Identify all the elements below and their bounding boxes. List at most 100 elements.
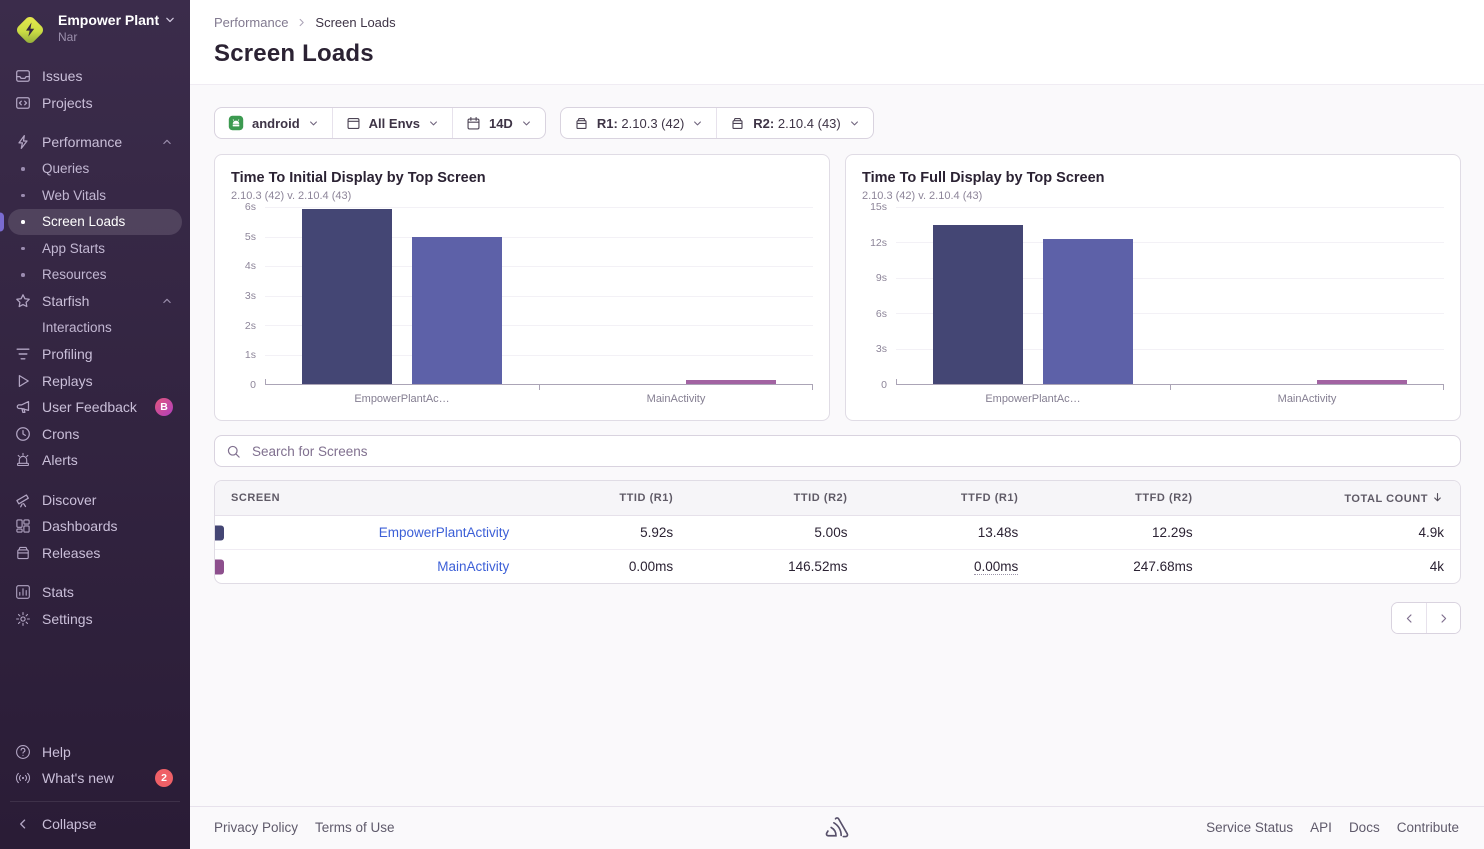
sidebar-item-interactions[interactable]: Interactions xyxy=(8,315,182,342)
metric-cell: 13.48s xyxy=(863,516,1034,550)
footer-link-privacy-policy[interactable]: Privacy Policy xyxy=(214,820,298,835)
screens-table-card: ScreenTTID (R1)TTID (R2)TTFD (R1)TTFD (R… xyxy=(214,480,1461,584)
star-icon xyxy=(14,293,32,309)
sidebar-item-help[interactable]: Help xyxy=(8,739,182,766)
environment-filter[interactable]: All Envs xyxy=(332,108,452,138)
column-header-total-count[interactable]: Total Count xyxy=(1209,481,1460,516)
sidebar-item-dashboards[interactable]: Dashboards xyxy=(8,513,182,540)
page-header: Performance Screen Loads Screen Loads xyxy=(190,0,1484,85)
project-filter-label: android xyxy=(252,116,300,131)
chevron-down-icon xyxy=(164,14,176,26)
org-switcher[interactable]: Empower Plant Nar xyxy=(0,0,190,61)
sidebar-item-performance[interactable]: Performance xyxy=(8,129,182,156)
bullet-dot-icon xyxy=(21,194,25,198)
page-footer: Privacy Policy Terms of Use Service Statu… xyxy=(190,806,1484,849)
chart-title: Time To Full Display by Top Screen xyxy=(862,170,1444,186)
x-tick-mark xyxy=(812,384,813,390)
chevron-down-icon xyxy=(428,118,439,129)
sidebar-item-releases[interactable]: Releases xyxy=(8,540,182,567)
metric-cell: 5.00s xyxy=(689,516,863,550)
sidebar-item-label: Settings xyxy=(42,611,93,627)
footer-link-service-status[interactable]: Service Status xyxy=(1206,820,1293,835)
sidebar-item-discover[interactable]: Discover xyxy=(8,487,182,514)
chevron-right-icon xyxy=(296,17,307,28)
release1-value: 2.10.3 (42) xyxy=(621,116,684,131)
column-header-ttid-r1-[interactable]: TTID (R1) xyxy=(525,481,689,516)
sidebar-item-settings[interactable]: Settings xyxy=(8,606,182,633)
column-header-ttfd-r1-[interactable]: TTFD (R1) xyxy=(863,481,1034,516)
play-icon xyxy=(14,373,32,389)
footer-link-terms-of-use[interactable]: Terms of Use xyxy=(315,820,395,835)
next-page-button[interactable] xyxy=(1426,603,1460,633)
sidebar-item-crons[interactable]: Crons xyxy=(8,421,182,448)
sidebar-item-label: Dashboards xyxy=(42,518,118,534)
date-range-filter[interactable]: 14D xyxy=(452,108,545,138)
sidebar: Empower Plant Nar Issues Projects Performa… xyxy=(0,0,190,849)
y-tick-label: 5s xyxy=(245,231,256,243)
sidebar-item-stats[interactable]: Stats xyxy=(8,579,182,606)
footer-link-api[interactable]: API xyxy=(1310,820,1332,835)
sidebar-item-queries[interactable]: Queries xyxy=(8,156,182,183)
column-header-ttid-r2-[interactable]: TTID (R2) xyxy=(689,481,863,516)
sidebar-item-label: Issues xyxy=(42,68,82,84)
sidebar-item-alerts[interactable]: Alerts xyxy=(8,447,182,474)
metric-cell: 247.68ms xyxy=(1034,550,1208,584)
breadcrumb-screen-loads: Screen Loads xyxy=(315,15,395,30)
previous-page-button[interactable] xyxy=(1392,603,1426,633)
sidebar-item-resources[interactable]: Resources xyxy=(8,262,182,289)
sidebar-item-issues[interactable]: Issues xyxy=(8,63,182,90)
column-header-ttfd-r2-[interactable]: TTFD (R2) xyxy=(1034,481,1208,516)
content: android All Envs 14D R1: 2.10.3 (42) xyxy=(190,85,1484,806)
breadcrumb-performance[interactable]: Performance xyxy=(214,15,288,30)
metric-cell: 4.9k xyxy=(1209,516,1460,550)
y-tick-label: 3s xyxy=(245,290,256,302)
chevron-up-icon xyxy=(161,136,173,148)
sidebar-item-profiling[interactable]: Profiling xyxy=(8,341,182,368)
sidebar-item-replays[interactable]: Replays xyxy=(8,368,182,395)
sidebar-item-user-feedback[interactable]: User FeedbackB xyxy=(8,394,182,421)
footer-link-contribute[interactable]: Contribute xyxy=(1397,820,1459,835)
sidebar-item-screen-loads[interactable]: Screen Loads xyxy=(8,209,182,236)
chart-title: Time To Initial Display by Top Screen xyxy=(231,170,813,186)
sidebar-item-starfish[interactable]: Starfish xyxy=(8,288,182,315)
beta-badge: B xyxy=(155,398,173,416)
dashboards-icon xyxy=(14,518,32,534)
bar xyxy=(686,380,776,384)
table-row: EmpowerPlantActivity5.92s5.00s13.48s12.2… xyxy=(215,516,1460,550)
bar-group xyxy=(539,207,813,384)
screen-link[interactable]: EmpowerPlantActivity xyxy=(379,525,510,540)
sidebar-item-app-starts[interactable]: App Starts xyxy=(8,235,182,262)
footer-links-right: Service Status API Docs Contribute xyxy=(1206,820,1459,835)
search-input[interactable] xyxy=(250,443,1449,460)
release1-filter[interactable]: R1: 2.10.3 (42) xyxy=(561,108,716,138)
bar xyxy=(1043,239,1133,384)
telescope-icon xyxy=(14,492,32,508)
release2-filter[interactable]: R2: 2.10.4 (43) xyxy=(716,108,872,138)
project-filter[interactable]: android xyxy=(215,108,332,138)
clock-icon xyxy=(14,426,32,442)
active-indicator xyxy=(0,212,4,231)
column-header-screen[interactable]: Screen xyxy=(215,481,525,516)
bullet-dot-icon xyxy=(21,273,25,277)
sidebar-item-projects[interactable]: Projects xyxy=(8,90,182,117)
help-icon xyxy=(14,744,32,760)
sidebar-item-collapse[interactable]: Collapse xyxy=(8,811,182,838)
sidebar-item-label: Help xyxy=(42,744,71,760)
y-tick-label: 1s xyxy=(245,349,256,361)
table-row: MainActivity0.00ms146.52ms0.00ms247.68ms… xyxy=(215,550,1460,584)
page-filter-group: android All Envs 14D xyxy=(214,107,546,139)
footer-link-docs[interactable]: Docs xyxy=(1349,820,1380,835)
metric-cell: 0.00ms xyxy=(863,550,1034,584)
screen-link[interactable]: MainActivity xyxy=(437,559,509,574)
sidebar-item-whats-new[interactable]: What's new2 xyxy=(8,765,182,792)
issues-icon xyxy=(14,68,32,84)
divider xyxy=(10,801,180,802)
sidebar-item-web-vitals[interactable]: Web Vitals xyxy=(8,182,182,209)
x-category-label: EmpowerPlantAc… xyxy=(265,393,539,405)
android-icon xyxy=(228,115,244,131)
sidebar-item-label: Queries xyxy=(42,161,89,176)
org-name: Empower Plant xyxy=(58,12,159,28)
x-tick-mark xyxy=(1443,384,1444,390)
releases-icon xyxy=(14,545,32,561)
stats-icon xyxy=(14,584,32,600)
